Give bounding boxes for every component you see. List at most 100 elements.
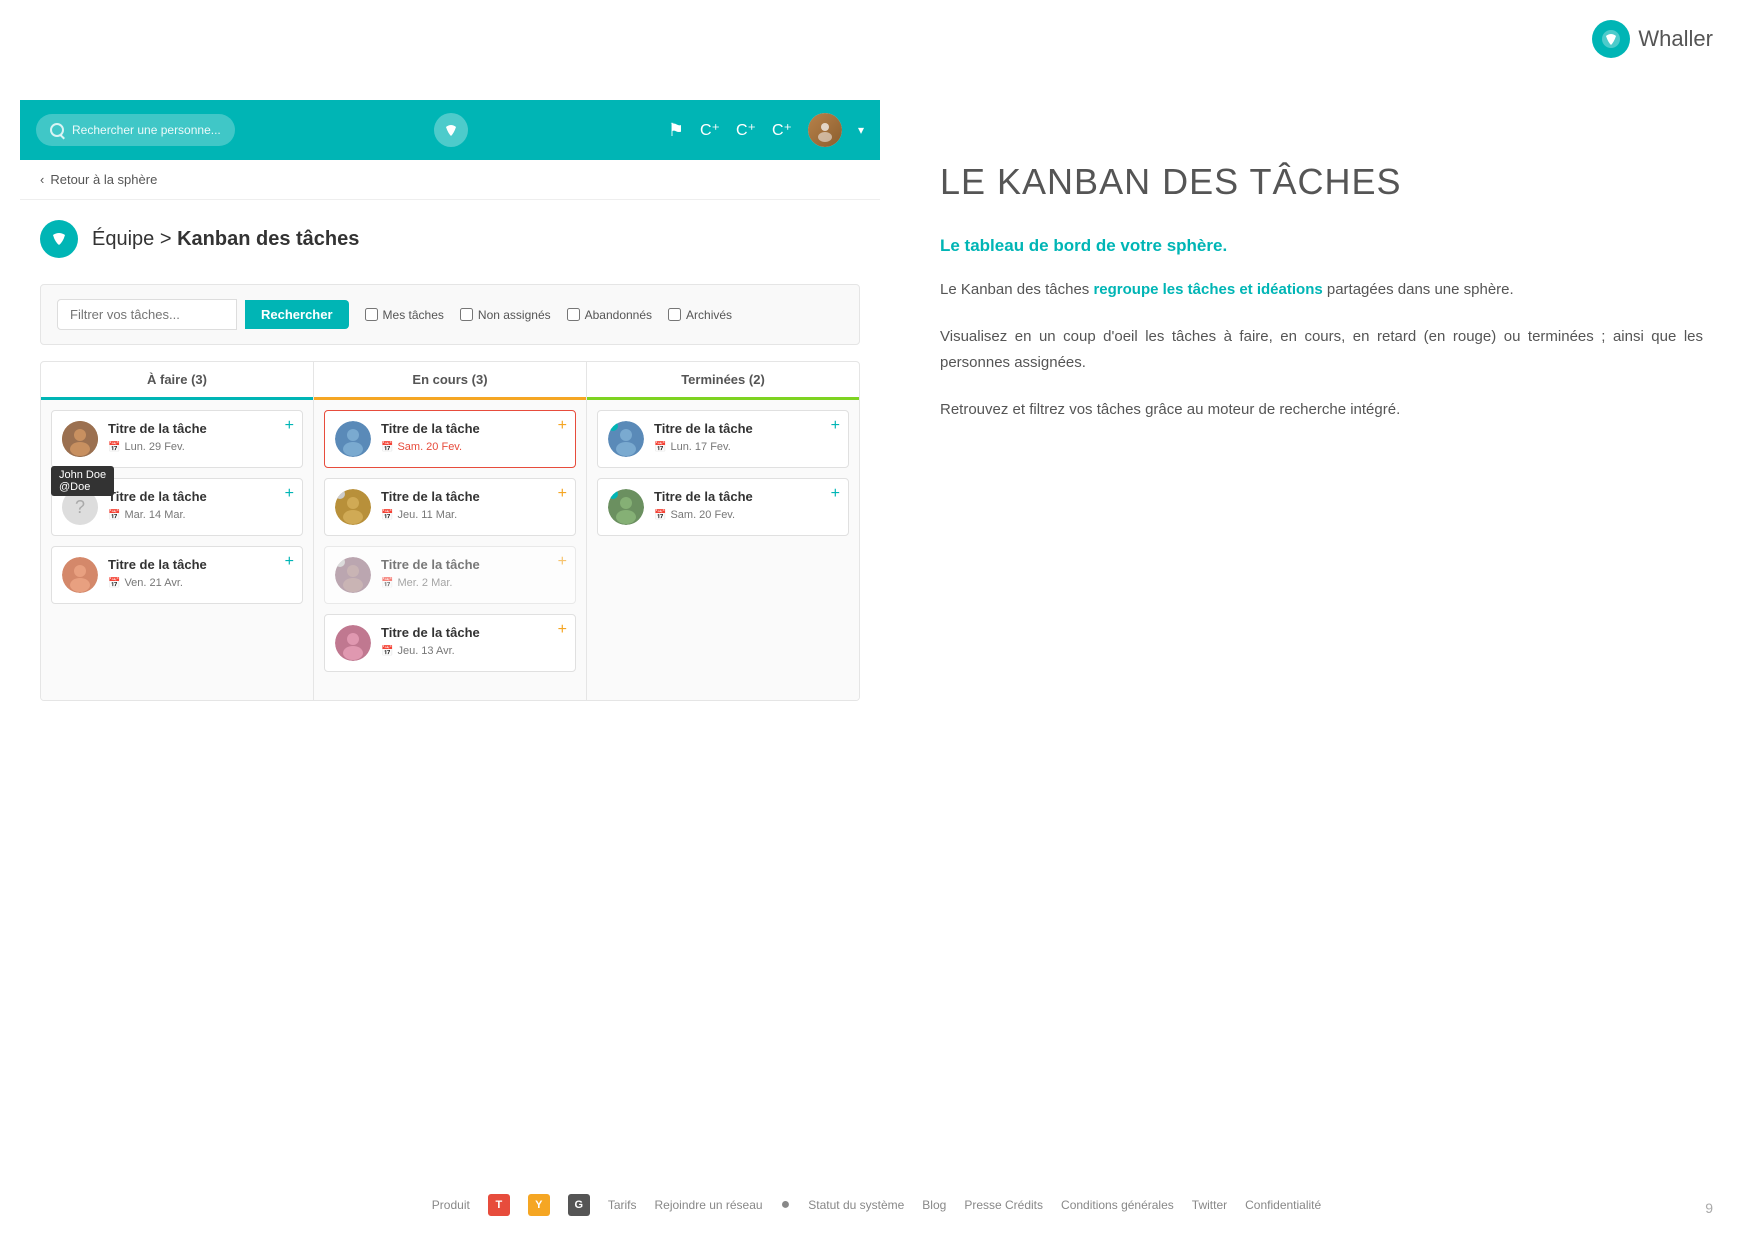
kanban-col-done: Terminées (2) bbox=[587, 362, 859, 700]
brand-logo bbox=[1592, 20, 1630, 58]
nav-bar: Rechercher une personne... ⚑ C⁺ C⁺ C⁺ bbox=[20, 100, 880, 160]
todo-cards: Titre de la tâche 📅 Lun. 29 Fev. + John … bbox=[41, 400, 313, 700]
filter-abandonnes[interactable]: Abandonnés bbox=[567, 308, 652, 322]
done-card-2[interactable]: Titre de la tâche 📅 Sam. 20 Fev. + bbox=[597, 478, 849, 536]
desc-subtitle: Le tableau de bord de votre sphère. bbox=[940, 233, 1703, 259]
team-logo bbox=[40, 220, 78, 258]
nav-logo bbox=[434, 113, 468, 147]
calendar-icon-2: 📅 bbox=[108, 510, 120, 521]
breadcrumb[interactable]: ‹ Retour à la sphère bbox=[20, 160, 880, 200]
page-title: Équipe > Kanban des tâches bbox=[92, 228, 359, 251]
calendar-icon-4: 📅 bbox=[381, 442, 393, 453]
nav-search-box[interactable]: Rechercher une personne... bbox=[36, 114, 235, 146]
archives-checkbox[interactable] bbox=[668, 308, 681, 321]
mes-taches-checkbox[interactable] bbox=[365, 308, 378, 321]
filter-archives[interactable]: Archivés bbox=[668, 308, 732, 322]
col-header-done: Terminées (2) bbox=[587, 362, 859, 400]
calendar-icon-8: 📅 bbox=[654, 442, 666, 453]
nav-center bbox=[247, 113, 656, 147]
kanban-col-todo: À faire (3) bbox=[41, 362, 314, 700]
inprogress-card-2[interactable]: Titre de la tâche 📅 Jeu. 11 Mar. + bbox=[324, 478, 576, 536]
footer-rejoindre[interactable]: Rejoindre un réseau bbox=[655, 1198, 763, 1212]
calendar-icon-9: 📅 bbox=[654, 510, 666, 521]
done-card-1[interactable]: Titre de la tâche 📅 Lun. 17 Fev. + bbox=[597, 410, 849, 468]
calendar-icon-5: 📅 bbox=[381, 510, 393, 521]
card-content-9: Titre de la tâche 📅 Sam. 20 Fev. bbox=[654, 489, 838, 521]
desc-para-2: Visualisez en un coup d'oeil les tâches … bbox=[940, 324, 1703, 375]
add-person-icon[interactable]: C⁺ bbox=[700, 120, 720, 140]
description-panel: LE KANBAN DES TÂCHES Le tableau de bord … bbox=[880, 100, 1753, 1200]
abandonnes-checkbox[interactable] bbox=[567, 308, 580, 321]
card-avatar-4 bbox=[335, 421, 371, 457]
footer-blog[interactable]: Blog bbox=[922, 1198, 946, 1212]
nav-search-text: Rechercher une personne... bbox=[72, 123, 221, 137]
kanban-board: À faire (3) bbox=[40, 361, 860, 701]
card-avatar-8 bbox=[608, 421, 644, 457]
add-group-icon[interactable]: C⁺ bbox=[736, 120, 756, 140]
kanban-col-inprogress: En cours (3) T bbox=[314, 362, 587, 700]
footer-tarifs[interactable]: Tarifs bbox=[608, 1198, 637, 1212]
brand-bar: Whaller bbox=[1592, 20, 1713, 58]
card-content-6: Titre de la tâche 📅 Mer. 2 Mar. bbox=[381, 557, 565, 589]
card-add-9[interactable]: + bbox=[831, 485, 840, 503]
card-add-7[interactable]: + bbox=[558, 621, 567, 639]
card-avatar-3 bbox=[62, 557, 98, 593]
footer-logo-g: G bbox=[568, 1194, 590, 1216]
calendar-icon: 📅 bbox=[108, 442, 120, 453]
todo-card-1[interactable]: Titre de la tâche 📅 Lun. 29 Fev. + bbox=[51, 410, 303, 468]
nav-icons: ⚑ C⁺ C⁺ C⁺ ▾ bbox=[668, 113, 864, 147]
footer-logo-y: Y bbox=[528, 1194, 550, 1216]
desc-para-1: Le Kanban des tâches regroupe les tâches… bbox=[940, 277, 1703, 303]
breadcrumb-arrow: ‹ bbox=[40, 172, 44, 187]
desc-title: LE KANBAN DES TÂCHES bbox=[940, 160, 1703, 203]
inprogress-card-1[interactable]: Titre de la tâche 📅 Sam. 20 Fev. + bbox=[324, 410, 576, 468]
calendar-icon-6: 📅 bbox=[381, 578, 393, 589]
breadcrumb-text: Retour à la sphère bbox=[50, 172, 157, 187]
settings-icon[interactable]: C⁺ bbox=[772, 120, 792, 140]
card-add-2[interactable]: + bbox=[285, 485, 294, 503]
filter-non-assignes[interactable]: Non assignés bbox=[460, 308, 551, 322]
filter-mes-taches[interactable]: Mes tâches bbox=[365, 308, 444, 322]
card-content-7: Titre de la tâche 📅 Jeu. 13 Avr. bbox=[381, 625, 565, 657]
card-add-1[interactable]: + bbox=[285, 417, 294, 435]
flag-icon[interactable]: ⚑ bbox=[668, 120, 684, 141]
card-content-5: Titre de la tâche 📅 Jeu. 11 Mar. bbox=[381, 489, 565, 521]
footer-twitter[interactable]: Twitter bbox=[1192, 1198, 1227, 1212]
col-header-inprogress: En cours (3) bbox=[314, 362, 586, 400]
page-header: Équipe > Kanban des tâches bbox=[20, 200, 880, 268]
inprogress-card-4[interactable]: Titre de la tâche 📅 Jeu. 13 Avr. + bbox=[324, 614, 576, 672]
footer-statut[interactable]: Statut du système bbox=[808, 1198, 904, 1212]
card-add-4[interactable]: + bbox=[558, 417, 567, 435]
inprogress-card-3[interactable]: Titre de la tâche 📅 Mer. 2 Mar. + bbox=[324, 546, 576, 604]
page-number: 9 bbox=[1705, 1200, 1713, 1216]
card-add-3[interactable]: + bbox=[285, 553, 294, 571]
card-tooltip-1: John Doe@Doe bbox=[51, 466, 114, 496]
footer-conditions[interactable]: Conditions générales bbox=[1061, 1198, 1174, 1212]
filter-checkboxes: Mes tâches Non assignés Abandonnés Archi… bbox=[365, 308, 733, 322]
done-cards: Titre de la tâche 📅 Lun. 17 Fev. + bbox=[587, 400, 859, 700]
footer: Produit T Y G Tarifs Rejoindre un réseau… bbox=[0, 1194, 1753, 1216]
card-add-5[interactable]: + bbox=[558, 485, 567, 503]
card-avatar-5 bbox=[335, 489, 371, 525]
footer-presse[interactable]: Presse Crédits bbox=[964, 1198, 1043, 1212]
todo-card-3[interactable]: Titre de la tâche 📅 Ven. 21 Avr. + bbox=[51, 546, 303, 604]
card-add-8[interactable]: + bbox=[831, 417, 840, 435]
non-assignes-checkbox[interactable] bbox=[460, 308, 473, 321]
col-header-todo: À faire (3) bbox=[41, 362, 313, 400]
brand-name: Whaller bbox=[1638, 26, 1713, 52]
desc-para-3: Retrouvez et filtrez vos tâches grâce au… bbox=[940, 397, 1703, 423]
app-panel: Rechercher une personne... ⚑ C⁺ C⁺ C⁺ bbox=[20, 100, 880, 1200]
avatar-dropdown[interactable]: ▾ bbox=[858, 123, 864, 137]
card-avatar-9 bbox=[608, 489, 644, 525]
calendar-icon-7: 📅 bbox=[381, 646, 393, 657]
card-content-4: Titre de la tâche 📅 Sam. 20 Fev. bbox=[381, 421, 565, 453]
calendar-icon-3: 📅 bbox=[108, 578, 120, 589]
card-add-6[interactable]: + bbox=[558, 553, 567, 571]
search-button[interactable]: Rechercher bbox=[245, 300, 349, 329]
card-content-2: Titre de la tâche 📅 Mar. 14 Mar. bbox=[108, 489, 292, 521]
inprogress-cards: Titre de la tâche 📅 Sam. 20 Fev. + bbox=[314, 400, 586, 700]
user-avatar[interactable] bbox=[808, 113, 842, 147]
filter-input[interactable] bbox=[57, 299, 237, 330]
card-content-1: Titre de la tâche 📅 Lun. 29 Fev. bbox=[108, 421, 292, 453]
footer-confidentialite[interactable]: Confidentialité bbox=[1245, 1198, 1321, 1212]
